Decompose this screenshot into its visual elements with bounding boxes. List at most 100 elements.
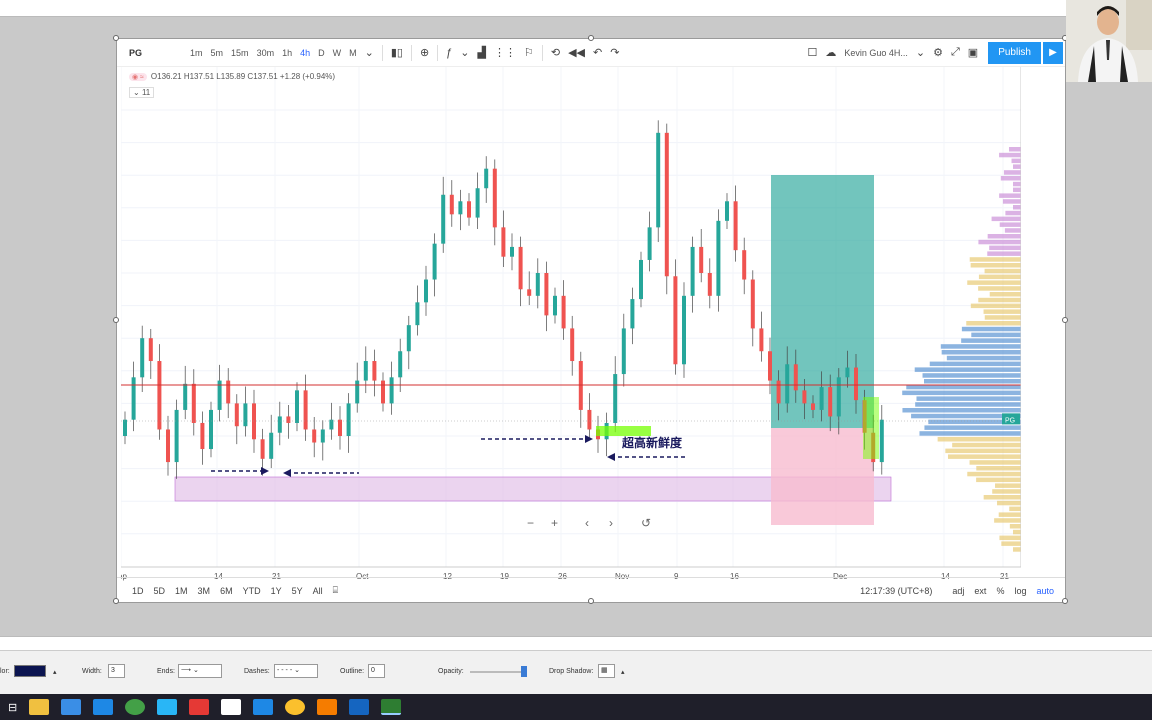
candles-icon[interactable]: ▮▯ <box>387 46 407 59</box>
gear-icon[interactable]: ⚙ <box>929 46 947 59</box>
resize-handle[interactable] <box>113 35 119 41</box>
excel-icon[interactable] <box>381 699 402 715</box>
app-icon-check[interactable] <box>253 699 274 715</box>
app-icon-blue[interactable] <box>157 699 178 715</box>
financials-icon[interactable]: ▟ <box>474 46 490 59</box>
range-1y[interactable]: 1Y <box>266 586 287 596</box>
resize-handle[interactable] <box>113 598 119 604</box>
range-6m[interactable]: 6M <box>215 586 238 596</box>
chevron-up-icon[interactable]: ▴ <box>621 668 625 676</box>
alert-icon[interactable]: ⚐ <box>520 46 538 59</box>
zoom-out-button[interactable]: − <box>527 516 534 530</box>
candle-body <box>828 387 833 417</box>
symbol-label[interactable]: PG <box>125 48 146 58</box>
interval-w[interactable]: W <box>329 48 346 58</box>
interval-5m[interactable]: 5m <box>207 48 228 58</box>
task-view-icon[interactable]: ⊟ <box>8 701 17 714</box>
range-3m[interactable]: 3M <box>193 586 216 596</box>
toggle-adj[interactable]: adj <box>947 586 969 596</box>
outline-input[interactable]: 0 <box>368 664 385 678</box>
zoom-in-button[interactable]: + <box>551 516 558 530</box>
volume-bar <box>966 321 1021 326</box>
zoom-icon[interactable] <box>349 699 370 715</box>
volume-bar <box>940 344 1021 349</box>
volume-bar <box>967 471 1021 477</box>
file-explorer-icon[interactable] <box>29 699 50 715</box>
chevron-down-icon[interactable]: ⌄ <box>912 46 929 59</box>
app-icon-green[interactable] <box>125 699 146 715</box>
goto-date-icon[interactable]: ⌸ <box>328 585 343 596</box>
ends-select[interactable]: ⟶ ⌄ <box>178 664 222 678</box>
scroll-right-button[interactable]: › <box>609 516 613 530</box>
highlight-box <box>863 397 879 459</box>
resize-handle[interactable] <box>1062 598 1068 604</box>
toggle-log[interactable]: log <box>1009 586 1031 596</box>
indicator-count: 11 <box>141 88 151 97</box>
toggle-percent[interactable]: % <box>991 586 1009 596</box>
resize-handle[interactable] <box>588 35 594 41</box>
volume-bar <box>1009 506 1021 512</box>
color-swatch[interactable] <box>14 665 46 677</box>
candle-body <box>854 367 858 401</box>
layout-name[interactable]: Kevin Guo 4H... <box>840 48 912 58</box>
interval-1m[interactable]: 1m <box>186 48 207 58</box>
chevron-down-icon[interactable]: ⌄ <box>456 46 473 59</box>
opacity-slider-handle[interactable] <box>521 666 527 677</box>
search-app-icon[interactable] <box>317 699 338 715</box>
toggle-auto[interactable]: auto <box>1031 586 1059 596</box>
toggle-ext[interactable]: ext <box>969 586 991 596</box>
opacity-slider[interactable] <box>470 671 525 673</box>
candle-body <box>750 279 755 329</box>
chevron-down-icon[interactable]: ⌄ <box>361 46 378 59</box>
camera-icon[interactable]: ▣ <box>964 46 982 59</box>
width-input[interactable]: 3 <box>108 664 125 678</box>
gmail-icon[interactable] <box>221 699 242 715</box>
volume-bar <box>999 222 1021 227</box>
mail-icon[interactable] <box>93 699 114 715</box>
templates-icon[interactable]: ⋮⋮ <box>490 46 520 59</box>
eye-icon[interactable]: ◉ ≈ <box>129 72 147 81</box>
resize-handle[interactable] <box>1062 317 1068 323</box>
fullscreen-icon[interactable]: ⤢ <box>947 46 964 59</box>
range-5d[interactable]: 5D <box>149 586 171 596</box>
app-icon-red[interactable] <box>189 699 210 715</box>
volume-bar <box>947 454 1021 459</box>
interval-30m[interactable]: 30m <box>253 48 279 58</box>
rewind-icon[interactable]: ◀◀ <box>564 46 589 59</box>
interval-15m[interactable]: 15m <box>227 48 253 58</box>
indicators-icon[interactable]: ƒ <box>442 47 456 59</box>
reset-chart-button[interactable]: ↺ <box>641 516 651 530</box>
shadow-grid-icon[interactable]: ▦ <box>598 664 615 678</box>
interval-d[interactable]: D <box>314 48 329 58</box>
play-icon[interactable]: ▶ <box>1043 41 1063 64</box>
range-all[interactable]: All <box>308 586 328 596</box>
price-chart[interactable]: 超高新鲜度 147.00146.00145.00144.00143.00142.… <box>121 67 1021 581</box>
clock-time[interactable]: 12:17:39 (UTC+8) <box>855 586 937 596</box>
resize-handle[interactable] <box>113 317 119 323</box>
candle-body <box>140 338 145 378</box>
volume-bar <box>941 350 1021 355</box>
candle-body <box>406 325 411 352</box>
interval-m[interactable]: M <box>345 48 361 58</box>
publish-button[interactable]: Publish <box>988 41 1041 64</box>
interval-4h[interactable]: 4h <box>296 48 314 58</box>
scroll-left-button[interactable]: ‹ <box>585 516 589 530</box>
range-5y[interactable]: 5Y <box>287 586 308 596</box>
dashes-select[interactable]: - - - - ⌄ <box>274 664 318 678</box>
redo-icon[interactable]: ↷ <box>606 46 623 59</box>
replay-icon[interactable]: ⟲ <box>547 46 564 59</box>
range-1m[interactable]: 1M <box>170 586 193 596</box>
interval-1h[interactable]: 1h <box>278 48 296 58</box>
store-icon[interactable] <box>61 699 82 715</box>
chevron-up-icon[interactable]: ▴ <box>53 668 57 676</box>
layout-square-icon[interactable]: ☐ <box>803 46 821 59</box>
resize-handle[interactable] <box>588 598 594 604</box>
undo-icon[interactable]: ↶ <box>589 46 606 59</box>
range-1d[interactable]: 1D <box>127 586 149 596</box>
indicator-collapse[interactable]: ⌄ 11 <box>129 87 155 98</box>
volume-bar <box>978 297 1021 303</box>
volume-bar <box>987 251 1021 256</box>
range-ytd[interactable]: YTD <box>238 586 266 596</box>
compare-add-icon[interactable]: ⊕ <box>416 46 433 59</box>
chrome-icon[interactable] <box>285 699 306 715</box>
